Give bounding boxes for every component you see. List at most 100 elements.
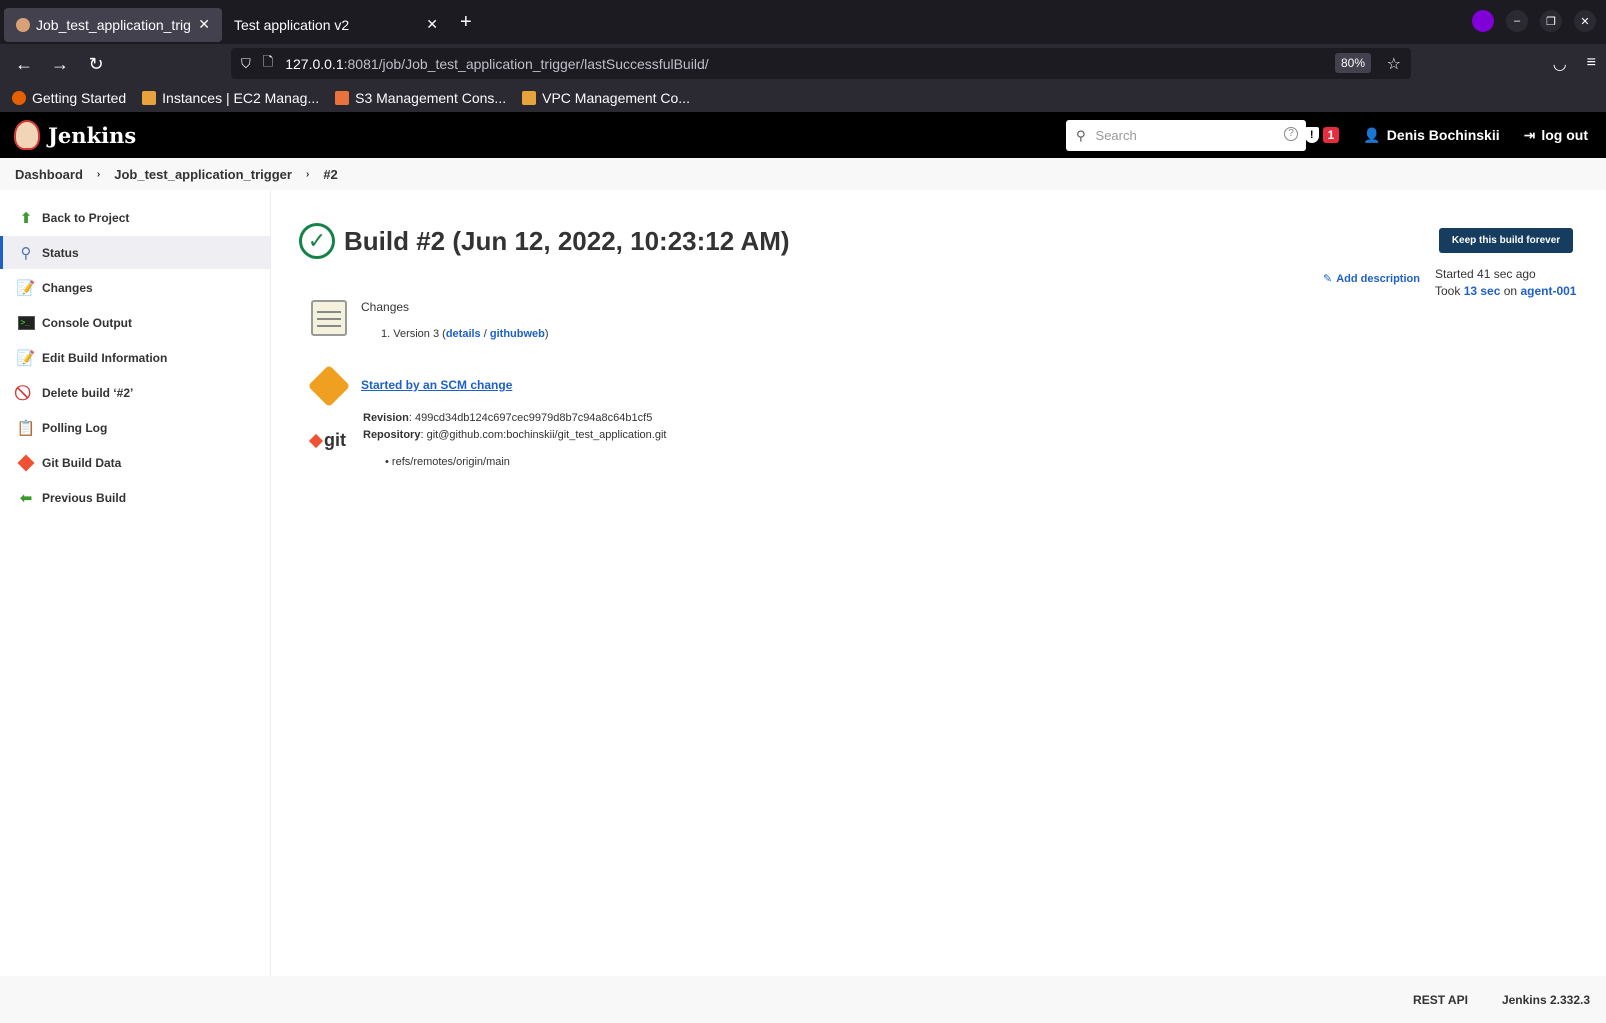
keep-build-forever-button[interactable]: Keep this build forever bbox=[1439, 228, 1573, 253]
firefox-icon bbox=[12, 91, 26, 105]
up-arrow-icon: ⬆ bbox=[19, 209, 33, 227]
close-tab-icon[interactable]: ✕ bbox=[198, 16, 210, 33]
bookmark-vpc[interactable]: VPC Management Co... bbox=[522, 90, 690, 106]
logout-label: log out bbox=[1541, 127, 1588, 143]
breadcrumb-build[interactable]: #2 bbox=[323, 167, 337, 182]
user-name: Denis Bochinskii bbox=[1386, 127, 1500, 143]
revision-line: Revision: 499cd34db124c697cec9979d8b7c94… bbox=[363, 412, 653, 424]
search-icon: ⚲ bbox=[1076, 127, 1086, 143]
aws-box-icon bbox=[142, 91, 157, 105]
pencil-icon: ✎ bbox=[1323, 273, 1333, 285]
add-description-link[interactable]: ✎ Add description bbox=[1323, 272, 1420, 286]
browser-tab-bar: Job_test_application_trig ✕ Test applica… bbox=[0, 0, 1606, 44]
sidebar-item-edit-build-information[interactable]: 📝 Edit Build Information bbox=[0, 341, 270, 374]
url-text[interactable]: 127.0.0.1:8081/job/Job_test_application_… bbox=[285, 56, 708, 72]
change-item: 1. Version 3 (details / githubweb) bbox=[381, 328, 549, 340]
sidebar-item-changes[interactable]: 📝 Changes bbox=[0, 271, 270, 304]
jenkins-header: Jenkins ⚲ Search ? ! 1 👤 Denis Bochinski… bbox=[0, 112, 1606, 158]
paren-close: ) bbox=[544, 328, 549, 340]
sidebar-item-previous-build[interactable]: ⬅ Previous Build bbox=[0, 481, 270, 514]
repository-label: Repository bbox=[363, 429, 421, 441]
bookmark-label: S3 Management Cons... bbox=[355, 90, 507, 106]
clipboard-icon: 📋 bbox=[16, 419, 36, 437]
branch-name: refs/remotes/origin/main bbox=[391, 456, 510, 468]
minimize-icon[interactable]: – bbox=[1506, 10, 1528, 32]
bookmark-s3[interactable]: S3 Management Cons... bbox=[335, 90, 506, 106]
change-text: 1. Version 3 ( bbox=[381, 328, 446, 340]
tab-jenkins-job[interactable]: Job_test_application_trig ✕ bbox=[4, 7, 222, 42]
chevron-right-icon: › bbox=[305, 168, 310, 180]
sidebar-item-back-to-project[interactable]: ⬆ Back to Project bbox=[0, 201, 270, 234]
sidebar-item-console-output[interactable]: >_ Console Output bbox=[0, 306, 270, 339]
sidebar-item-status[interactable]: ⚲ Status bbox=[0, 236, 270, 269]
help-icon[interactable]: ? bbox=[1284, 127, 1298, 141]
bookmark-getting-started[interactable]: Getting Started bbox=[12, 90, 126, 106]
reload-icon[interactable]: ↻ bbox=[78, 54, 114, 75]
took-line: Took 13 sec on agent-001 bbox=[1435, 283, 1576, 300]
search-input[interactable]: Search bbox=[1096, 128, 1137, 143]
close-window-icon[interactable]: ✕ bbox=[1574, 10, 1596, 32]
footer: REST API Jenkins 2.332.3 bbox=[0, 976, 1606, 1023]
back-icon[interactable]: ← bbox=[6, 54, 42, 75]
jenkins-logo[interactable]: Jenkins bbox=[14, 120, 136, 150]
sidebar-item-label: Git Build Data bbox=[42, 455, 122, 470]
url-path: :8081/job/Job_test_application_trigger/l… bbox=[343, 55, 709, 72]
terminal-icon: >_ bbox=[17, 314, 35, 332]
search-box[interactable]: ⚲ Search ? bbox=[1066, 120, 1306, 151]
zoom-level[interactable]: 80% bbox=[1334, 53, 1371, 73]
agent-link[interactable]: agent-001 bbox=[1520, 284, 1576, 298]
user-link[interactable]: 👤 Denis Bochinskii bbox=[1363, 127, 1499, 144]
sidebar-item-polling-log[interactable]: 📋 Polling Log bbox=[0, 411, 270, 444]
duration-link[interactable]: 13 sec bbox=[1464, 284, 1501, 298]
breadcrumb-job[interactable]: Job_test_application_trigger bbox=[114, 167, 292, 182]
took-label: Took bbox=[1435, 284, 1461, 298]
forward-icon[interactable]: → bbox=[42, 54, 78, 75]
logout-icon: ⇥ bbox=[1523, 126, 1536, 143]
new-tab-icon[interactable]: + bbox=[460, 11, 472, 34]
page-info-icon[interactable]: 🗋 bbox=[263, 53, 273, 75]
pocket-icon[interactable]: ◡ bbox=[1553, 54, 1567, 74]
sidebar-item-delete-build[interactable]: ⃠ Delete build ‘#2’ bbox=[0, 376, 270, 409]
menu-icon[interactable]: ≡ bbox=[1587, 54, 1596, 74]
tab-label: Test application v2 bbox=[234, 16, 350, 33]
bookmark-star-icon[interactable]: ☆ bbox=[1387, 54, 1401, 74]
alert-count-badge: 1 bbox=[1322, 127, 1340, 143]
breadcrumb: Dashboard › Job_test_application_trigger… bbox=[0, 158, 1606, 190]
jenkins-version-link[interactable]: Jenkins 2.332.3 bbox=[1502, 993, 1590, 1007]
sidebar-item-label: Edit Build Information bbox=[42, 350, 168, 365]
jenkins-butler-icon bbox=[14, 120, 40, 150]
breadcrumb-dashboard[interactable]: Dashboard bbox=[15, 167, 83, 182]
changes-section: Changes 1. Version 3 (details / githubwe… bbox=[311, 300, 549, 340]
shield-alert-icon: ! bbox=[1304, 127, 1319, 143]
details-link[interactable]: details bbox=[446, 328, 481, 340]
tab-label: Job_test_application_trig bbox=[36, 16, 191, 33]
close-tab-icon[interactable]: ✕ bbox=[426, 16, 438, 33]
security-alert[interactable]: ! 1 bbox=[1304, 127, 1340, 143]
tracking-shield-icon[interactable]: ⛉ bbox=[241, 56, 251, 72]
aws-box-icon bbox=[335, 91, 350, 105]
sidebar-item-git-build-data[interactable]: Git Build Data bbox=[0, 446, 270, 479]
bookmark-ec2[interactable]: Instances | EC2 Manag... bbox=[142, 90, 319, 106]
magnifier-icon: ⚲ bbox=[20, 244, 32, 262]
url-host: 127.0.0.1 bbox=[285, 55, 344, 72]
page-title: Build #2 (Jun 12, 2022, 10:23:12 AM) bbox=[344, 225, 790, 256]
git-section: git Revision: 499cd34db124c697cec9979d8b… bbox=[308, 410, 666, 471]
branch-item: • refs/remotes/origin/main bbox=[385, 456, 510, 468]
header-actions: ! 1 👤 Denis Bochinskii ⇥ log out bbox=[1304, 112, 1588, 158]
no-entry-icon: ⃠ bbox=[17, 384, 35, 402]
browser-nav-bar: ← → ↻ ⛉ 🗋 127.0.0.1:8081/job/Job_test_ap… bbox=[0, 44, 1606, 84]
add-description-label: Add description bbox=[1336, 272, 1420, 285]
address-bar[interactable]: ⛉ 🗋 127.0.0.1:8081/job/Job_test_applicat… bbox=[231, 48, 1411, 79]
githubweb-link[interactable]: githubweb bbox=[490, 328, 545, 340]
private-browsing-icon bbox=[1472, 10, 1494, 32]
logout-link[interactable]: ⇥ log out bbox=[1524, 127, 1588, 144]
rest-api-link[interactable]: REST API bbox=[1413, 993, 1468, 1007]
revision-label: Revision bbox=[363, 412, 409, 424]
sidebar-item-label: Polling Log bbox=[42, 420, 108, 435]
tab-test-application[interactable]: Test application v2 ✕ bbox=[222, 8, 450, 42]
sidebar: ⬆ Back to Project ⚲ Status 📝 Changes >_ … bbox=[0, 190, 271, 976]
git-logo-icon: git bbox=[308, 410, 351, 471]
scm-change-link[interactable]: Started by an SCM change bbox=[361, 378, 512, 401]
restore-icon[interactable]: ❐ bbox=[1540, 10, 1562, 32]
main-content: ✓ Build #2 (Jun 12, 2022, 10:23:12 AM) K… bbox=[271, 190, 1606, 976]
